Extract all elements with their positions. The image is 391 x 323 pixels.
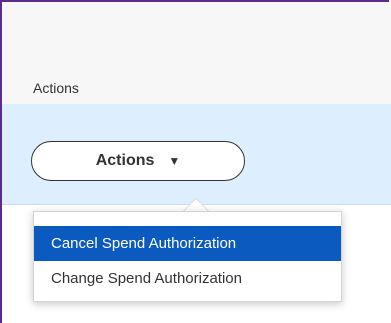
chevron-down-icon: ▼ — [168, 154, 181, 168]
actions-dropdown-menu: Cancel Spend Authorization Change Spend … — [33, 211, 342, 302]
menu-item-change-spend-authorization[interactable]: Change Spend Authorization — [34, 261, 341, 296]
actions-button[interactable]: Actions ▼ — [31, 141, 245, 181]
actions-button-label: Actions — [95, 152, 155, 169]
column-header-actions: Actions — [33, 80, 79, 96]
menu-item-cancel-spend-authorization[interactable]: Cancel Spend Authorization — [34, 226, 341, 261]
